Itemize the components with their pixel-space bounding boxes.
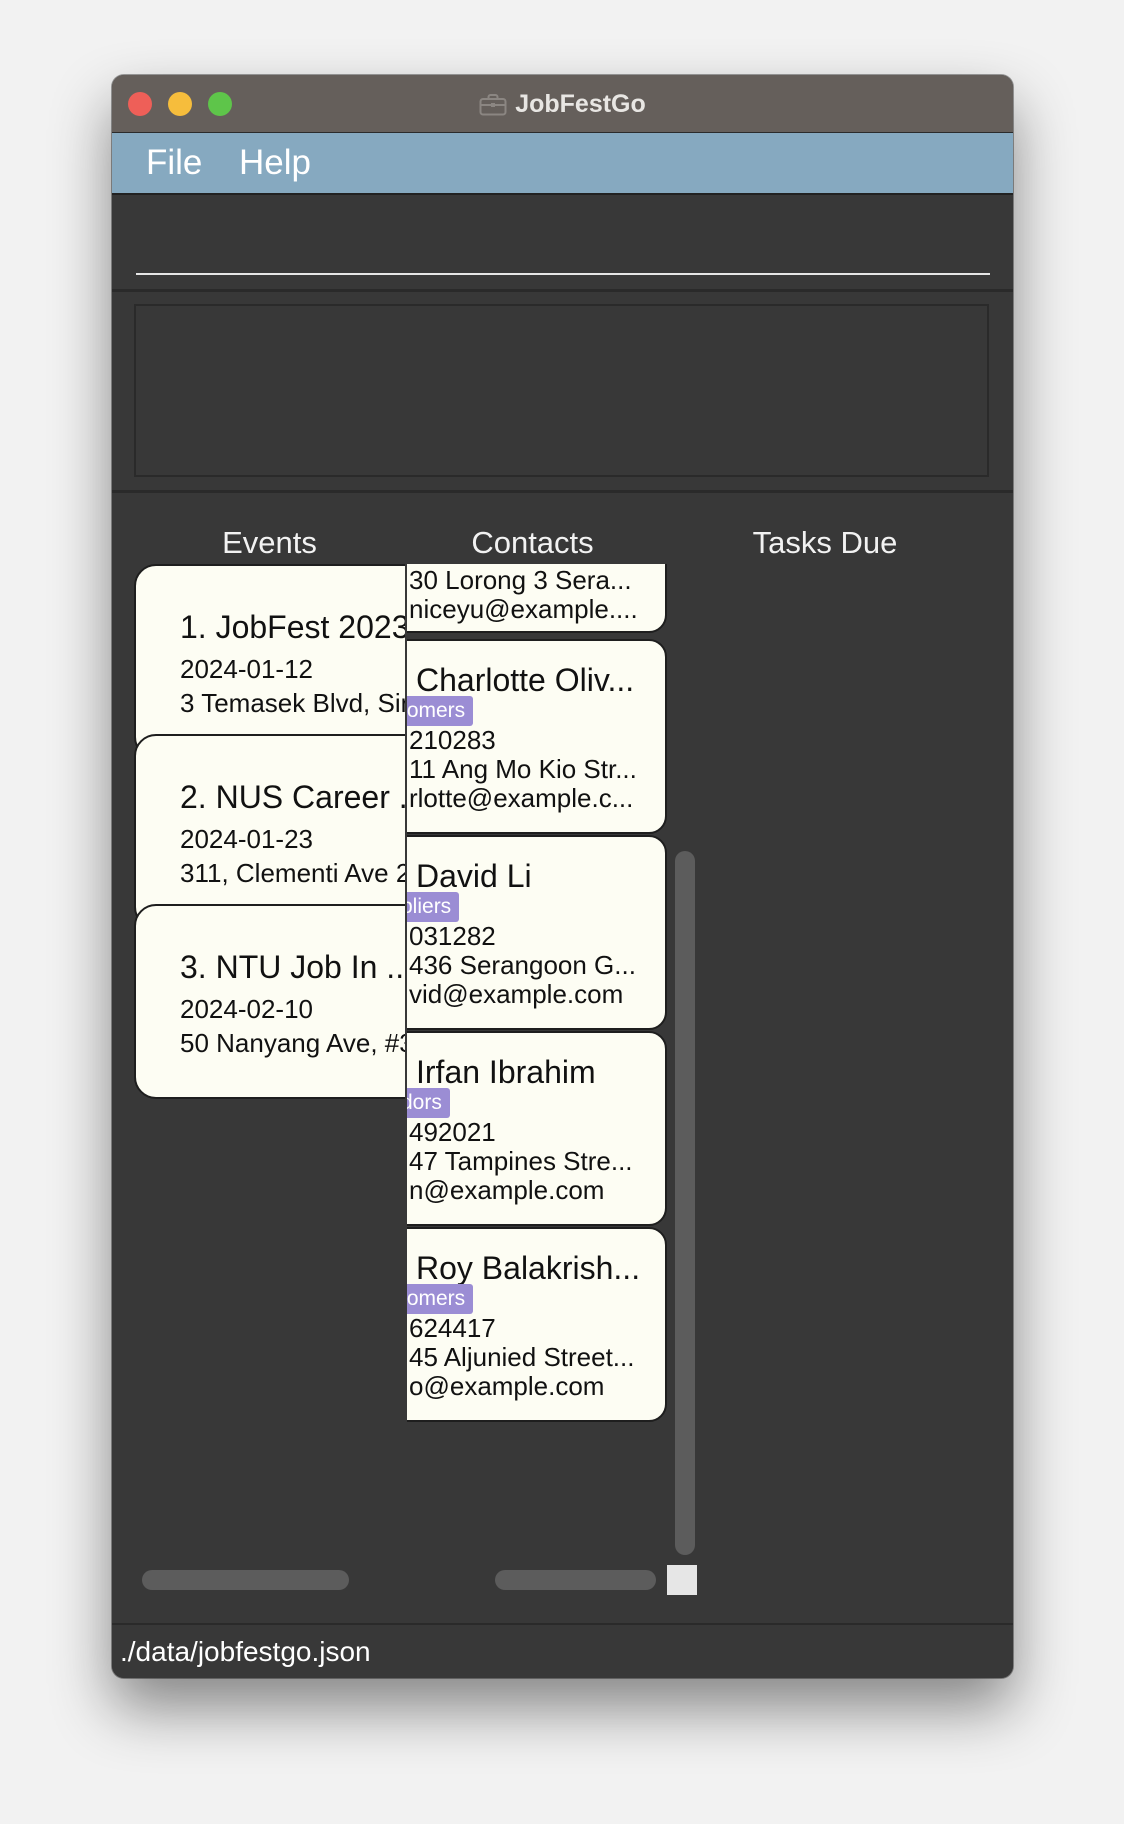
contact-address: 45 Aljunied Street... [409, 1342, 635, 1372]
contact-name: David Li [416, 858, 532, 894]
window-title: JobFestGo [515, 90, 646, 118]
command-input[interactable] [136, 235, 990, 275]
contacts-header: Contacts [471, 525, 594, 560]
event-date: 2024-01-23 [180, 824, 313, 854]
divider [112, 490, 1013, 493]
events-header: Events [222, 525, 317, 560]
contact-phone: 210283 [409, 725, 496, 755]
events-horizontal-scrollbar[interactable] [142, 1570, 349, 1590]
briefcase-icon [479, 94, 507, 116]
contact-card[interactable]: Irfan Ibrahim dors 492021 47 Tampines St… [407, 1031, 667, 1226]
contact-address: 436 Serangoon G... [409, 950, 636, 980]
menu-help[interactable]: Help [239, 143, 311, 183]
title-bar[interactable]: JobFestGo [112, 75, 1013, 133]
contact-card[interactable]: Roy Balakrish... tomers 624417 45 Aljuni… [407, 1227, 667, 1422]
contact-email: niceyu@example.... [409, 594, 638, 624]
contact-tag: tomers [407, 696, 474, 726]
contact-phone: 031282 [409, 921, 496, 951]
event-address: 3 Temasek Blvd, Singapore [180, 688, 405, 718]
contact-tag: dors [407, 1088, 450, 1118]
contact-card[interactable]: Charlotte Oliv... tomers 210283 11 Ang M… [407, 639, 667, 834]
contact-phone: 492021 [409, 1117, 496, 1147]
event-title: 1. JobFest 2023 [180, 609, 405, 645]
contact-address: 47 Tampines Stre... [409, 1146, 633, 1176]
event-address: 311, Clementi Ave 2, # [180, 858, 405, 888]
window-title-wrap: JobFestGo [112, 89, 1013, 119]
contact-email: o@example.com [409, 1371, 605, 1401]
contact-tag: pliers [407, 892, 460, 922]
event-address: 50 Nanyang Ave, #32 [180, 1028, 405, 1058]
contact-name: Roy Balakrish... [416, 1250, 641, 1286]
contact-tag: tomers [407, 1284, 474, 1314]
contact-email: rlotte@example.c... [409, 783, 634, 813]
app-window: JobFestGo File Help Events Contacts Task… [112, 75, 1013, 1678]
contacts-vertical-scrollbar[interactable] [675, 851, 695, 1555]
events-list[interactable]: 1. JobFest 2023 2024-01-12 3 Temasek Blv… [134, 564, 405, 1649]
event-card[interactable]: 2. NUS Career ... 2024-01-23 311, Clemen… [134, 734, 405, 929]
menu-file[interactable]: File [146, 143, 202, 183]
data-file-path: ./data/jobfestgo.json [120, 1636, 371, 1667]
status-bar: ./data/jobfestgo.json [112, 1623, 1013, 1678]
event-title: 2. NUS Career ... [180, 779, 405, 815]
contacts-horizontal-scrollbar[interactable] [495, 1570, 656, 1590]
contact-address: 11 Ang Mo Kio Str... [409, 754, 637, 784]
divider [112, 289, 1013, 292]
event-card[interactable]: 1. JobFest 2023 2024-01-12 3 Temasek Blv… [134, 564, 405, 759]
contact-address: 30 Lorong 3 Sera... [409, 565, 632, 595]
contact-card[interactable]: David Li pliers 031282 436 Serangoon G..… [407, 835, 667, 1030]
tasks-due-header: Tasks Due [752, 525, 898, 560]
contact-name: Charlotte Oliv... [416, 662, 635, 698]
result-display [134, 304, 989, 477]
contact-card[interactable]: 30 Lorong 3 Sera... niceyu@example.... [407, 564, 667, 633]
event-date: 2024-02-10 [180, 994, 313, 1024]
contact-email: n@example.com [409, 1175, 605, 1205]
contacts-list[interactable]: 30 Lorong 3 Sera... niceyu@example.... C… [407, 564, 670, 1564]
menu-bar: File Help [112, 133, 1013, 195]
event-card[interactable]: 3. NTU Job In ... 2024-02-10 50 Nanyang … [134, 904, 405, 1099]
contact-email: vid@example.com [409, 979, 624, 1009]
scrollbar-corner [667, 1565, 697, 1595]
contact-name: Irfan Ibrahim [416, 1054, 596, 1090]
contact-phone: 624417 [409, 1313, 496, 1343]
event-title: 3. NTU Job In ... [180, 949, 405, 985]
event-date: 2024-01-12 [180, 654, 313, 684]
